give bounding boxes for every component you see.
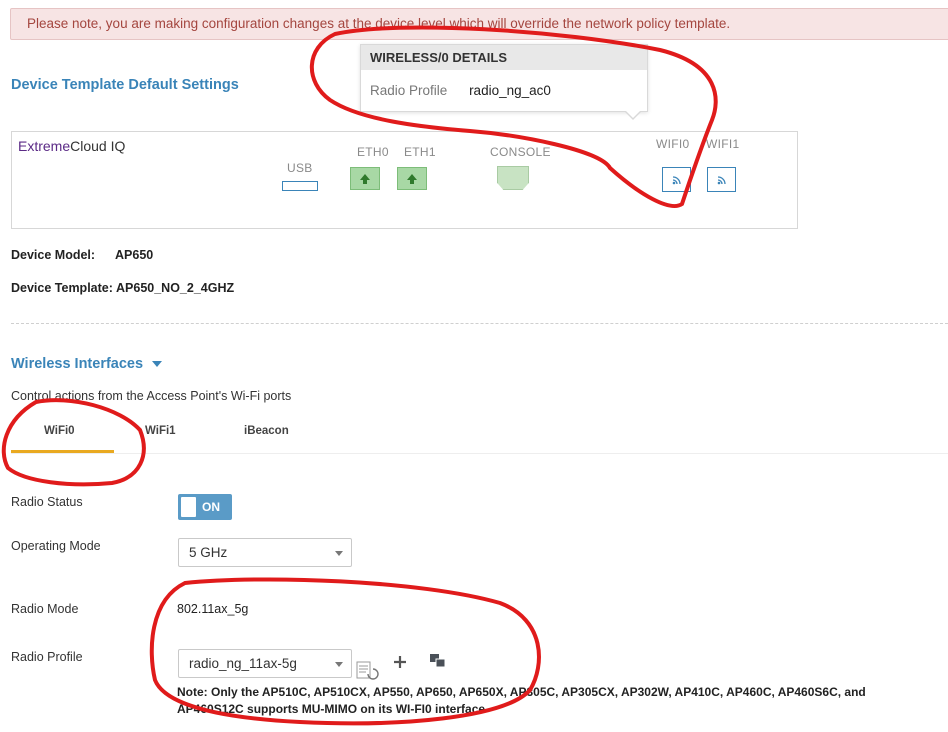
clone-profile-icon[interactable]: [429, 653, 447, 674]
wireless-description: Control actions from the Access Point's …: [11, 389, 292, 403]
tabs-divider: [11, 453, 948, 454]
chevron-down-icon: [335, 662, 343, 667]
device-template-label: Device Template:: [11, 281, 113, 295]
wifi0-label: WIFI0: [656, 137, 690, 151]
usb-port[interactable]: [282, 181, 318, 191]
usb-label: USB: [287, 161, 313, 175]
mu-mimo-note: Note: Only the AP510C, AP510CX, AP550, A…: [177, 685, 866, 716]
eth0-label: ETH0: [357, 145, 389, 159]
add-profile-icon[interactable]: [392, 654, 408, 675]
radio-status-toggle[interactable]: ON: [178, 494, 232, 520]
tab-ibeacon[interactable]: iBeacon: [244, 425, 289, 437]
tab-wifi0[interactable]: WiFi0: [44, 425, 75, 437]
device-template-value: AP650_NO_2_4GHZ: [116, 281, 235, 295]
wifi1-port[interactable]: [707, 167, 736, 192]
config-override-banner: Please note, you are making configuratio…: [10, 8, 948, 40]
console-port[interactable]: [497, 166, 529, 190]
operating-mode-select[interactable]: 5 GHz: [178, 538, 352, 567]
section-divider: [11, 323, 948, 324]
popover-title: WIRELESS/0 DETAILS: [361, 45, 647, 70]
popover-key: Radio Profile: [370, 83, 448, 98]
brand-logo: ExtremeCloud IQ: [18, 138, 126, 154]
radio-mode-value: 802.11ax_5g: [177, 602, 249, 616]
device-model-label: Device Model:: [11, 248, 96, 262]
wifi-signal-icon: [717, 175, 726, 184]
chevron-down-icon: [335, 551, 343, 556]
eth1-port[interactable]: [397, 167, 427, 190]
device-model-value: AP650: [115, 248, 154, 262]
wifi1-label: WIFI1: [706, 137, 740, 151]
tab-wifi1[interactable]: WiFi1: [145, 425, 176, 437]
wireless-interfaces-title[interactable]: Wireless Interfaces: [11, 356, 163, 372]
radio-profile-select[interactable]: radio_ng_11ax-5g: [178, 649, 352, 678]
eth0-port[interactable]: [350, 167, 380, 190]
toggle-state: ON: [202, 500, 220, 514]
popover-arrow-inner: [625, 110, 641, 118]
annotation-circle-wifi0-tab: [1, 398, 146, 487]
radio-status-label: Radio Status: [11, 495, 83, 509]
toggle-knob: [181, 497, 196, 517]
popover-value: radio_ng_ac0: [469, 83, 551, 98]
wireless0-details-popover: WIRELESS/0 DETAILS Radio Profile radio_n…: [360, 44, 648, 112]
eth1-label: ETH1: [404, 145, 436, 159]
edit-profile-icon[interactable]: [356, 660, 380, 685]
radio-profile-label: Radio Profile: [11, 650, 83, 664]
wifi0-port[interactable]: [662, 167, 691, 192]
chevron-down-icon: [152, 361, 163, 368]
console-label: CONSOLE: [490, 145, 551, 159]
radio-mode-label: Radio Mode: [11, 602, 79, 616]
wifi-signal-icon: [672, 175, 681, 184]
operating-mode-label: Operating Mode: [11, 539, 101, 553]
device-template-title: Device Template Default Settings: [11, 77, 239, 93]
arrow-up-icon: [360, 173, 370, 184]
arrow-up-icon: [407, 173, 417, 184]
